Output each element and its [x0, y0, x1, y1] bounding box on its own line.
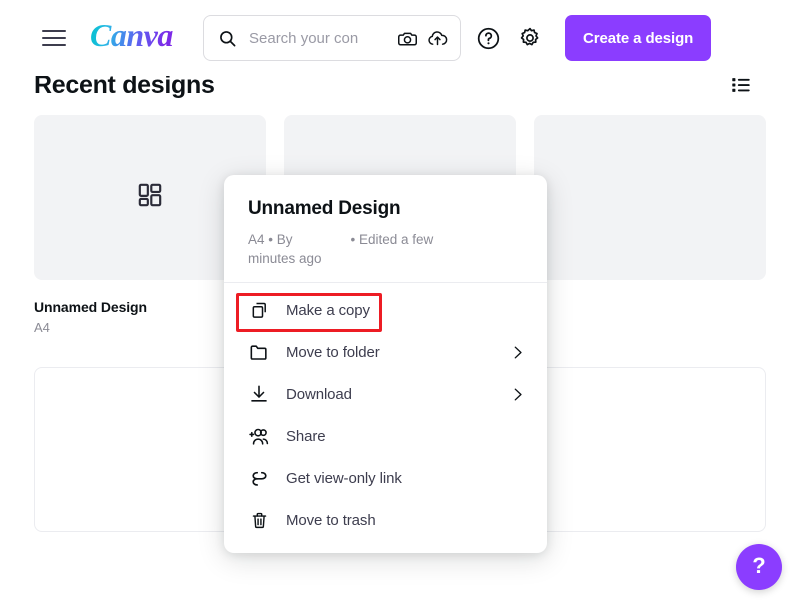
list-view-icon[interactable] — [728, 76, 754, 98]
menu-item-label: Download — [286, 385, 352, 403]
menu-item-label: Get view-only link — [286, 469, 402, 487]
trash-icon — [248, 509, 270, 531]
search-bar[interactable] — [203, 15, 461, 61]
menu-item-label: Move to folder — [286, 343, 380, 361]
menu-item-label: Make a copy — [286, 301, 370, 319]
design-context-menu: Unnamed Design A4 • By • Edited a few mi… — [224, 175, 547, 553]
cloud-upload-icon[interactable] — [427, 28, 448, 49]
camera-icon[interactable] — [397, 28, 418, 49]
context-menu-meta-left: A4 • By — [248, 232, 293, 247]
context-menu-meta-right: • Edited a few — [350, 232, 434, 247]
design-card[interactable] — [534, 115, 766, 280]
menu-item-label: Share — [286, 427, 326, 445]
top-header: Canva Search your con Create a design — [0, 0, 800, 76]
chevron-right-icon — [509, 344, 525, 360]
gear-icon[interactable] — [515, 23, 545, 53]
context-menu-items: Make a copy Move to folder Download Shar… — [224, 283, 547, 551]
context-menu-meta-wrap: minutes ago — [248, 251, 322, 266]
menu-item-move-to-folder[interactable]: Move to folder — [224, 331, 547, 373]
folder-icon — [248, 341, 270, 363]
canva-homepage: Canva Search your con Create a design Re… — [0, 0, 800, 605]
context-menu-header: Unnamed Design A4 • By • Edited a few mi… — [224, 175, 547, 282]
context-menu-title: Unnamed Design — [248, 198, 401, 219]
search-input[interactable] — [237, 29, 397, 47]
menu-item-share[interactable]: Share — [224, 415, 547, 457]
page-title: Recent designs — [34, 76, 215, 99]
menu-item-download[interactable]: Download — [224, 373, 547, 415]
create-a-design-button[interactable]: Create a design — [565, 15, 712, 61]
context-menu-meta: A4 • By • Edited a few minutes ago — [248, 230, 523, 268]
add-people-icon — [248, 425, 270, 447]
hamburger-menu-icon[interactable] — [42, 26, 68, 50]
design-card[interactable] — [534, 367, 766, 532]
menu-item-label: Move to trash — [286, 511, 376, 529]
menu-item-move-to-trash[interactable]: Move to trash — [224, 499, 547, 541]
search-icon — [218, 29, 237, 48]
chevron-right-icon — [509, 386, 525, 402]
menu-item-get-view-only-link[interactable]: Get view-only link — [224, 457, 547, 499]
canva-logo[interactable]: Canva — [90, 17, 173, 54]
section-header: Recent designs — [34, 76, 754, 106]
grid-layout-icon — [137, 182, 163, 213]
question-circle-icon[interactable] — [473, 23, 503, 53]
menu-item-make-a-copy[interactable]: Make a copy — [224, 289, 547, 331]
download-icon — [248, 383, 270, 405]
link-icon — [248, 467, 270, 489]
header-actions: Create a design — [473, 15, 712, 61]
help-button[interactable]: ? — [736, 544, 782, 590]
copy-icon — [248, 299, 270, 321]
